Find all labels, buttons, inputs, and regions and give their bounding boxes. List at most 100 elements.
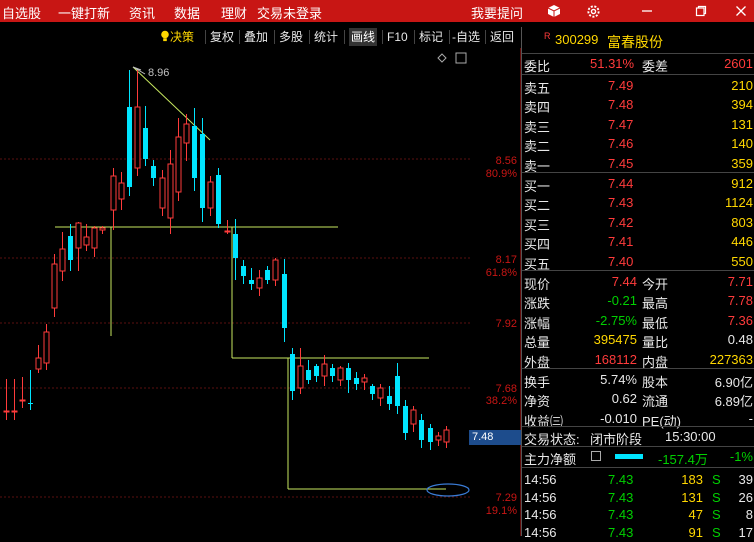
main-flow-row[interactable]: 主力净额 -157.4万 -1% — [522, 447, 754, 467]
axis-price-792: 7.92 — [495, 318, 517, 330]
diff-label: 委差 — [642, 59, 669, 74]
quote-label: 最高 — [642, 296, 669, 312]
tick-time: 14:56 — [524, 472, 557, 487]
menu-news[interactable]: 资讯 — [129, 3, 155, 22]
candle-body — [183, 123, 190, 144]
ask-volume: 140 — [731, 136, 753, 152]
fund-label: 净资 — [524, 394, 551, 410]
ask-label: 卖三 — [524, 119, 551, 135]
tick-row: 14:56 7.43 47 S 8 — [522, 505, 754, 524]
ask-question-link[interactable]: 我要提问 — [471, 3, 523, 22]
fund-label: 换手 — [524, 375, 551, 390]
tick-side: S — [712, 507, 721, 522]
candle-body — [83, 236, 90, 246]
bid-row: 买五 7.40 550 — [522, 252, 754, 272]
candle-body — [159, 177, 166, 209]
ask-row: 卖二 7.46 140 — [522, 134, 754, 154]
candle-body — [91, 227, 98, 249]
bid-volume: 912 — [731, 176, 753, 191]
close-icon[interactable] — [726, 0, 754, 22]
menu-trade-login[interactable]: 交易未登录 — [257, 3, 322, 22]
candle-body — [387, 396, 392, 404]
tick-side: S — [712, 472, 721, 487]
quote-panel: R 300299 富春股份 委比 51.31% 委差 2601 卖五 7.49 21… — [521, 27, 754, 540]
ask-row: 卖三 7.47 131 — [522, 115, 754, 135]
menu-data[interactable]: 数据 — [174, 3, 200, 22]
kline-chart[interactable]: 8.96 8.56 80.9% 8.17 61.8% 7.92 7.68 38.… — [0, 48, 521, 536]
axis-pct-618: 61.8% — [485, 267, 517, 279]
cube-icon[interactable] — [539, 0, 569, 22]
candle-body — [361, 377, 368, 383]
mark-button[interactable]: 标记 — [419, 28, 443, 46]
main-flow-value: -157.4万 — [658, 452, 708, 467]
flow-bar — [615, 454, 643, 459]
decision-button[interactable]: 决策 — [160, 28, 194, 46]
candle-body — [297, 365, 304, 389]
order-ratio-row: 委比 51.31% 委差 2601 — [522, 54, 754, 74]
candle-body — [272, 259, 279, 281]
candle-body — [428, 428, 433, 442]
tick-price: 7.43 — [608, 524, 634, 540]
axis-price-768: 7.68 — [495, 383, 517, 395]
quote-row: 涨跌 -0.21 最高 7.78 — [522, 291, 754, 312]
ask-label: 卖四 — [524, 100, 551, 116]
candle-body — [200, 134, 205, 208]
candle-body — [43, 331, 50, 364]
bid-row: 买四 7.41 446 — [522, 232, 754, 252]
menu-ipo[interactable]: 一键打新 — [58, 3, 110, 22]
f10-button[interactable]: F10 — [387, 28, 408, 46]
menu-finance[interactable]: 理财 — [221, 3, 247, 22]
candle-body — [35, 357, 42, 370]
quote-label: 今开 — [642, 277, 669, 292]
candle-body — [175, 136, 182, 193]
quote-label: 现价 — [524, 277, 551, 292]
tick-row: 14:56 7.43 91 S 17 — [522, 523, 754, 542]
quote-row: 现价 7.44 今开 7.71 — [522, 272, 754, 292]
divider — [522, 467, 754, 468]
ask-volume: 359 — [731, 155, 753, 171]
multi-stock-button[interactable]: 多股 — [279, 28, 303, 46]
quote-value: 7.71 — [727, 274, 753, 289]
tick-price: 7.43 — [608, 472, 634, 487]
minimize-icon[interactable] — [632, 0, 662, 22]
divider — [522, 74, 754, 75]
candle-body — [75, 222, 82, 249]
toolbar-divider — [274, 30, 275, 44]
candle-body — [233, 234, 238, 258]
divider — [522, 368, 754, 369]
quote-row: 涨幅 -2.75% 最低 7.36 — [522, 311, 754, 331]
overlay-button[interactable]: 叠加 — [244, 28, 268, 46]
candle-body — [337, 367, 344, 381]
toolbar-divider — [239, 30, 240, 44]
tick-row: 14:56 7.43 131 S 26 — [522, 488, 754, 507]
ask-row: 卖一 7.45 359 — [522, 154, 754, 174]
statistics-button[interactable]: 统计 — [314, 28, 338, 46]
draw-line-button[interactable]: 画线 — [349, 28, 378, 46]
tick-price: 7.43 — [608, 507, 634, 522]
candle-body — [224, 230, 231, 233]
fund-value: 5.74% — [600, 372, 637, 387]
ask-price: 7.48 — [608, 97, 634, 113]
bulb-icon — [161, 30, 169, 42]
quote-value: 168112 — [594, 351, 637, 367]
quote-value: 0.48 — [727, 332, 753, 348]
candle-body — [59, 248, 66, 272]
bid-price: 7.43 — [608, 195, 634, 211]
tick-volume: 183 — [681, 472, 703, 487]
quote-label: 总量 — [524, 335, 551, 351]
adjust-button[interactable]: 复权 — [210, 28, 234, 46]
back-button[interactable]: 返回 — [490, 28, 514, 46]
remove-watchlist-button[interactable]: -自选 — [452, 28, 480, 46]
menu-watchlist[interactable]: 自选股 — [2, 3, 41, 22]
trade-status-row: 交易状态: 闭市阶段 15:30:00 — [522, 427, 754, 447]
restore-window-icon[interactable] — [686, 0, 716, 22]
candle-body — [3, 410, 10, 413]
candle-body — [370, 386, 375, 394]
settings-gear-icon[interactable] — [578, 0, 608, 22]
candle-body — [99, 227, 106, 231]
fund-row: 收益㈢ -0.010 PE(动) - — [522, 409, 754, 429]
bid-volume: 446 — [731, 234, 753, 250]
candle-body — [134, 106, 141, 169]
bid-volume: 1124 — [725, 195, 753, 211]
divider — [522, 172, 754, 173]
